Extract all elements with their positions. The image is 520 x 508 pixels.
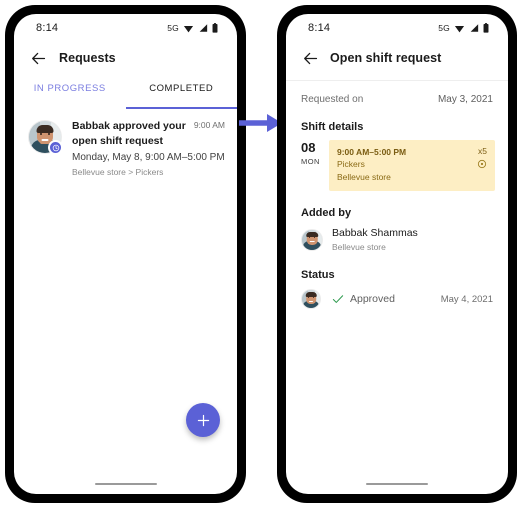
avatar [301,289,321,310]
page-title: Open shift request [330,51,442,65]
battery-icon [483,23,489,33]
list-item-meta: Bellevue store > Pickers [72,166,164,177]
status-bar-icons: 5G [167,23,218,34]
app-bar: Open shift request [286,42,508,74]
shift-store: Bellevue store [337,172,391,183]
add-request-fab[interactable] [186,403,220,437]
shift-count: x5 [478,146,487,156]
check-icon [332,293,344,305]
added-by-store: Bellevue store [332,241,386,252]
shift-row[interactable]: 08 MON 9:00 AM–5:00 PM Pickers Bellevue … [286,133,508,191]
app-bar: Requests [14,42,237,74]
status-bar-icons: 5G [438,23,489,34]
list-item-title: Babbak approved your open shift request [72,120,186,147]
requested-on-row: Requested on May 3, 2021 [286,81,508,105]
page-title: Requests [59,51,116,65]
home-indicator [94,483,157,485]
screenshot-stage: 8:14 5G Requests IN PROGRESS COMPLETED B… [0,0,520,508]
signal-icon [198,23,208,33]
status-label: Approved [350,293,395,306]
list-item-time: 9:00 AM [193,120,225,130]
status-avatar [301,289,321,310]
tab-in-progress[interactable]: IN PROGRESS [14,81,126,109]
back-arrow-icon[interactable] [300,48,320,68]
shift-card[interactable]: 9:00 AM–5:00 PM Pickers Bellevue store x… [329,140,495,191]
status-heading: Status [301,269,335,282]
list-item-subtitle: Monday, May 8, 9:00 AM–5:00 PM [72,151,225,163]
tab-completed[interactable]: COMPLETED [126,81,238,109]
wifi-icon [454,23,465,34]
screen-open-shift-request: 8:14 5G Open shift request Requested on … [286,14,508,494]
shift-time-range: 9:00 AM–5:00 PM [337,147,407,157]
plus-icon [197,414,209,426]
list-item[interactable]: Babbak approved your open shift request … [14,109,237,179]
added-by-info: Babbak Shammas Bellevue store [323,226,418,253]
status-bar-clock: 8:14 [36,22,59,34]
requested-on-label: Requested on [301,94,364,105]
home-indicator [366,483,428,485]
phone-left: 8:14 5G Requests IN PROGRESS COMPLETED B… [5,5,246,503]
location-pin-icon [477,159,487,169]
added-by-name: Babbak Shammas [332,226,418,239]
back-arrow-icon[interactable] [28,48,48,68]
avatar [301,228,323,251]
shift-role: Pickers [337,159,365,170]
status-date: May 4, 2021 [440,293,493,305]
screen-requests-list: 8:14 5G Requests IN PROGRESS COMPLETED B… [14,14,237,494]
battery-icon [212,23,218,33]
avatar-with-badge [28,120,63,155]
shift-day-of-week: MON [301,156,320,166]
status-bar-clock: 8:14 [308,22,331,34]
status-bar: 8:14 5G [286,14,508,42]
shift-day-number: 08 [301,140,316,155]
shift-card-right: x5 [471,146,487,184]
wifi-icon [183,23,194,34]
requested-on-value: May 3, 2021 [437,94,493,105]
signal-icon [469,23,479,33]
added-by-heading: Added by [301,206,352,219]
shift-badge-icon [48,140,63,155]
list-item-body: Babbak approved your open shift request … [62,119,225,179]
added-by-avatar [301,228,323,251]
network-label: 5G [167,23,179,33]
phone-right: 8:14 5G Open shift request Requested on … [277,5,517,503]
status-row: Approved May 4, 2021 [286,281,508,310]
tab-bar: IN PROGRESS COMPLETED [14,81,237,109]
status-bar: 8:14 5G [14,14,237,42]
tab-indicator [125,107,237,109]
shift-details-heading: Shift details [301,121,364,133]
network-label: 5G [438,23,450,33]
added-by-row: Babbak Shammas Bellevue store [286,219,508,253]
shift-date: 08 MON [301,140,329,166]
shift-card-main: 9:00 AM–5:00 PM Pickers Bellevue store [337,146,471,184]
